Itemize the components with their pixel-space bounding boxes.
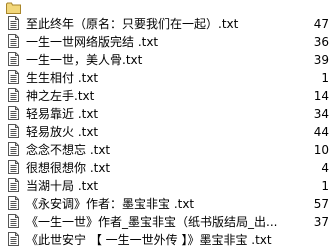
file-size: 47 (313, 17, 329, 31)
file-row[interactable]: 一生一世，美人骨.txt 39 (0, 51, 332, 69)
file-size: 10 (313, 143, 329, 157)
file-size: 34 (313, 107, 329, 121)
file-name: 当湖十局 .txt (26, 179, 99, 193)
file-name: 《永安调》作者：墨宝非宝 .txt (26, 197, 195, 211)
file-name: 《一生一世》作者_墨宝非宝（纸书版结局_出... (26, 215, 278, 229)
text-file-icon (8, 232, 19, 246)
file-size (299, 231, 329, 249)
file-list: 至此终年（原名：只要我们在一起）.txt 47 一生一世网络版完结 .txt 36 一生… (0, 0, 332, 252)
file-size: 4 (321, 161, 329, 175)
text-file-icon (8, 52, 19, 66)
file-size: 1 (321, 179, 329, 193)
file-name: 神之左手.txt (26, 89, 95, 103)
file-size: 37 (313, 215, 329, 229)
file-row[interactable]: 神之左手.txt 14 (0, 87, 332, 105)
text-file-icon (8, 214, 19, 228)
file-size: 1 (321, 71, 329, 85)
file-size: 14 (313, 89, 329, 103)
text-file-icon (8, 34, 19, 48)
file-row[interactable]: 《永安调》作者：墨宝非宝 .txt 57 (0, 195, 332, 213)
file-name: 生生相付 .txt (26, 71, 99, 85)
file-size: 39 (313, 53, 329, 67)
text-file-icon (8, 70, 19, 84)
file-row[interactable]: 一生一世网络版完结 .txt 36 (0, 33, 332, 51)
text-file-icon (8, 88, 19, 102)
text-file-icon (8, 106, 19, 120)
file-name: 轻易靠近 .txt (26, 107, 99, 121)
file-size: 36 (313, 35, 329, 49)
text-file-icon (8, 160, 19, 174)
file-row[interactable]: 轻易放火 .txt 44 (0, 123, 332, 141)
text-file-icon (8, 178, 19, 192)
file-name: 很想很想你 .txt (26, 161, 111, 175)
file-row[interactable]: 念念不想忘 .txt 10 (0, 141, 332, 159)
file-name: 至此终年（原名：只要我们在一起）.txt (26, 17, 239, 31)
file-row[interactable]: 《此世安宁 【 一生一世外传 】》墨宝非宝 .txt (0, 231, 332, 249)
file-row[interactable]: 至此终年（原名：只要我们在一起）.txt 47 (0, 15, 332, 33)
text-file-icon (8, 124, 19, 138)
folder-icon (6, 2, 21, 14)
text-file-icon (8, 16, 19, 30)
file-row[interactable]: 当湖十局 .txt 1 (0, 177, 332, 195)
file-name: 一生一世网络版完结 .txt (26, 35, 159, 49)
file-row[interactable]: 生生相付 .txt 1 (0, 69, 332, 87)
file-name: 一生一世，美人骨.txt (26, 53, 143, 67)
file-name: 念念不想忘 .txt (26, 143, 111, 157)
file-row[interactable]: 轻易靠近 .txt 34 (0, 105, 332, 123)
file-name: 轻易放火 .txt (26, 125, 99, 139)
text-file-icon (8, 196, 19, 210)
file-row[interactable]: 很想很想你 .txt 4 (0, 159, 332, 177)
file-name: 《此世安宁 【 一生一世外传 】》墨宝非宝 .txt (26, 233, 272, 247)
file-size: 57 (313, 197, 329, 211)
text-file-icon (8, 142, 19, 156)
file-row[interactable]: 《一生一世》作者_墨宝非宝（纸书版结局_出... 37 (0, 213, 332, 231)
file-size: 44 (313, 125, 329, 139)
